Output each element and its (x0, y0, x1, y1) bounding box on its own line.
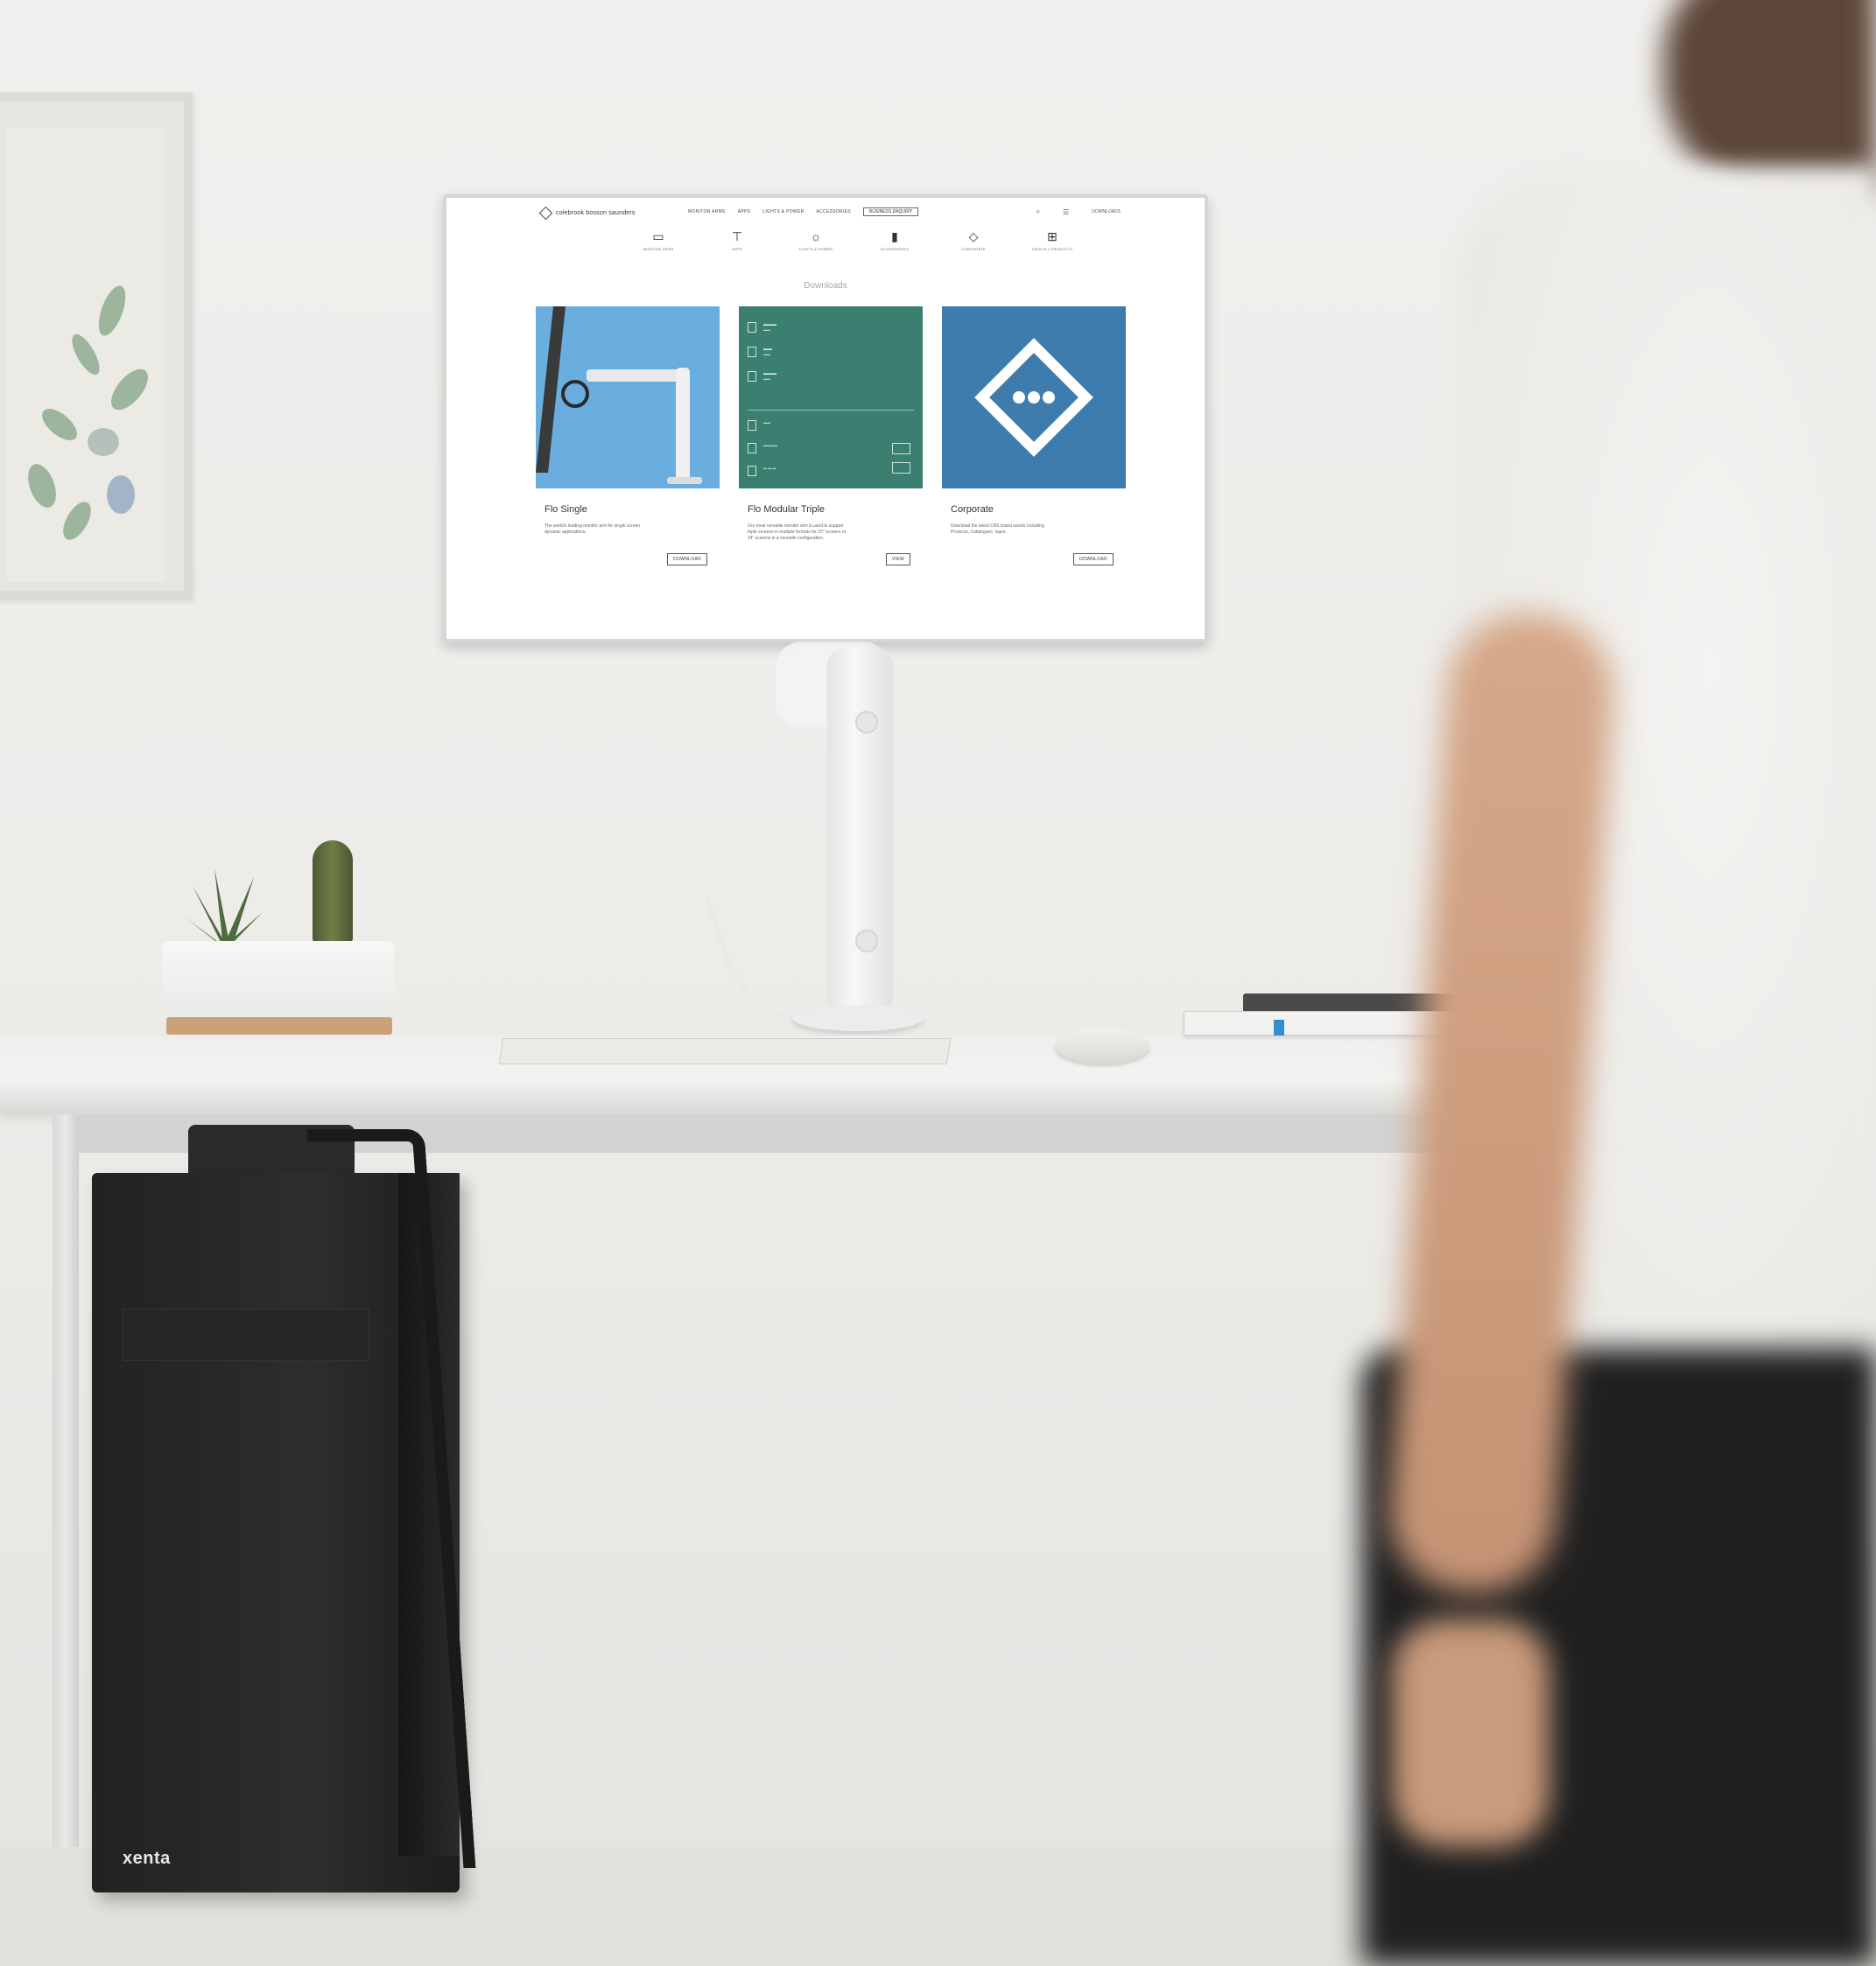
download-button[interactable]: DOWNLOAD (1073, 553, 1114, 565)
download-button[interactable]: DOWNLOAD (667, 553, 707, 565)
file-meta: ▬▬▬▬ (763, 443, 777, 447)
diamond-logo-icon (538, 206, 553, 221)
file-row[interactable]: ▬ ▬ ▬ (748, 466, 776, 476)
file-row[interactable]: ▬▬▬ ▬▬ (748, 322, 776, 333)
card-flo-single: Flo Single The world's leading monitor a… (536, 306, 720, 586)
card-title: Flo Modular Triple (748, 504, 826, 515)
panel-button[interactable] (891, 443, 910, 454)
page-title: Downloads (804, 281, 847, 291)
file-icon (748, 347, 756, 357)
nav-link-accessories[interactable]: ACCESSORIES (817, 209, 851, 216)
desk-leg (53, 1114, 79, 1966)
grid-icon: ⊞ (1047, 229, 1057, 243)
file-icon (748, 371, 756, 382)
diamond-icon: ◇ (968, 229, 979, 243)
wall-picture-frame (0, 92, 193, 600)
light-icon: ☼ (810, 229, 822, 243)
site-header: colebrook bosson saunders MONITOR ARMS A… (446, 198, 1205, 229)
file-meta: ▬▬ (763, 376, 770, 381)
card-title: Flo Single (545, 504, 587, 515)
category-label: VIEW ALL PRODUCTS (1031, 247, 1073, 251)
main-nav: MONITOR ARMS APPS LIGHTS & POWER ACCESSO… (688, 207, 919, 216)
download-cards: Flo Single The world's leading monitor a… (536, 306, 1128, 586)
keyboard (498, 1038, 952, 1064)
phone-icon: ▮ (891, 229, 898, 243)
business-enquiry-button[interactable]: BUSINESS ENQUIRY (862, 207, 919, 216)
monitor: colebrook bosson saunders MONITOR ARMS A… (443, 194, 1208, 642)
file-icon (748, 466, 756, 476)
mouse (1055, 1029, 1149, 1064)
office-scene: colebrook bosson saunders MONITOR ARMS A… (0, 0, 1876, 1966)
monitor-arm-pole (827, 648, 893, 1015)
category-view-all[interactable]: ⊞ VIEW ALL PRODUCTS (1026, 229, 1079, 251)
search-icon[interactable]: ⌕ (1036, 207, 1040, 216)
category-accessories[interactable]: ▮ ACCESSORIES (868, 229, 921, 251)
card-flo-modular-triple: ▬▬▬ ▬▬ ▬▬ ▬▬ ▬▬▬ ▬▬ ▬▬ ▬▬▬▬ ▬ ▬ ▬ Flo Mo… (739, 306, 923, 586)
nav-link-monitor-arms[interactable]: MONITOR ARMS (688, 209, 726, 216)
category-label: CORPORATE (961, 247, 986, 251)
plant-pot (162, 941, 394, 1020)
file-row[interactable]: ▬▬▬▬ (748, 347, 772, 357)
menu-icon[interactable]: ☰ (1063, 208, 1069, 216)
category-corporate[interactable]: ◇ CORPORATE (947, 229, 1000, 251)
succulent-plant (179, 851, 267, 947)
file-icon (748, 322, 756, 333)
arm-knob (855, 930, 878, 952)
file-meta: ▬▬ (763, 352, 770, 356)
person-hand (1392, 1619, 1549, 1847)
category-lights-power[interactable]: ☼ LIGHTS & POWER (790, 229, 842, 251)
panel-button[interactable] (891, 462, 910, 474)
file-meta: ▬▬ (763, 327, 770, 332)
corporate-image (942, 306, 1126, 488)
category-label: MONITOR ARMS (643, 247, 674, 251)
category-apps[interactable]: ⊤ APPS (711, 229, 763, 251)
category-label: LIGHTS & POWER (798, 247, 833, 251)
nav-link-lights-power[interactable]: LIGHTS & POWER (762, 209, 804, 216)
arm-knob (855, 711, 878, 734)
category-monitor-arms[interactable]: ▭ MONITOR ARMS (632, 229, 685, 251)
card-title: Corporate (951, 504, 994, 515)
website-screen: colebrook bosson saunders MONITOR ARMS A… (446, 198, 1205, 639)
monitor-arm-base (792, 1005, 924, 1031)
category-bar: ▭ MONITOR ARMS ⊤ APPS ☼ LIGHTS & POWER ▮… (632, 229, 1079, 251)
site-logo[interactable]: colebrook bosson saunders (538, 206, 636, 221)
category-label: APPS (732, 247, 742, 251)
category-label: ACCESSORIES (880, 247, 910, 251)
monitor-icon: ▭ (652, 229, 664, 243)
wooden-tray (166, 1017, 392, 1035)
file-row[interactable]: ▬▬ (748, 420, 770, 431)
corporate-diamond-logo-icon (974, 338, 1093, 457)
header-tools: ⌕ ☰ DOWNLOADS (1036, 207, 1121, 216)
file-meta: ▬ ▬ ▬ (763, 466, 776, 470)
file-row[interactable]: ▬▬▬▬ (748, 443, 777, 453)
arm-icon: ⊤ (731, 229, 743, 243)
card-description: The world's leading monitor arm for sing… (545, 523, 641, 535)
cactus-plant (313, 840, 353, 944)
file-icon (748, 420, 756, 431)
card-description: Download the latest CBS brand assets inc… (951, 523, 1044, 535)
file-meta: ▬▬ (763, 420, 770, 425)
notebook-bookmark (1274, 1020, 1284, 1036)
botanical-artwork (7, 127, 165, 582)
view-button[interactable]: VIEW (886, 553, 910, 565)
brand-logo: xenta (123, 1849, 171, 1868)
file-row[interactable]: ▬▬▬ ▬▬ (748, 371, 776, 382)
flo-modular-triple-panel: ▬▬▬ ▬▬ ▬▬ ▬▬ ▬▬▬ ▬▬ ▬▬ ▬▬▬▬ ▬ ▬ ▬ (739, 306, 923, 488)
nav-link-apps[interactable]: APPS (738, 209, 751, 216)
flo-single-image (536, 306, 720, 488)
logo-text: colebrook bosson saunders (556, 210, 636, 216)
person-head (1663, 0, 1876, 193)
file-icon (748, 443, 756, 453)
divider (748, 410, 914, 411)
card-corporate: Corporate Download the latest CBS brand … (942, 306, 1126, 586)
downloads-link[interactable]: DOWNLOADS (1092, 209, 1121, 214)
card-description: Our most versatile monitor arm is used t… (748, 523, 847, 541)
